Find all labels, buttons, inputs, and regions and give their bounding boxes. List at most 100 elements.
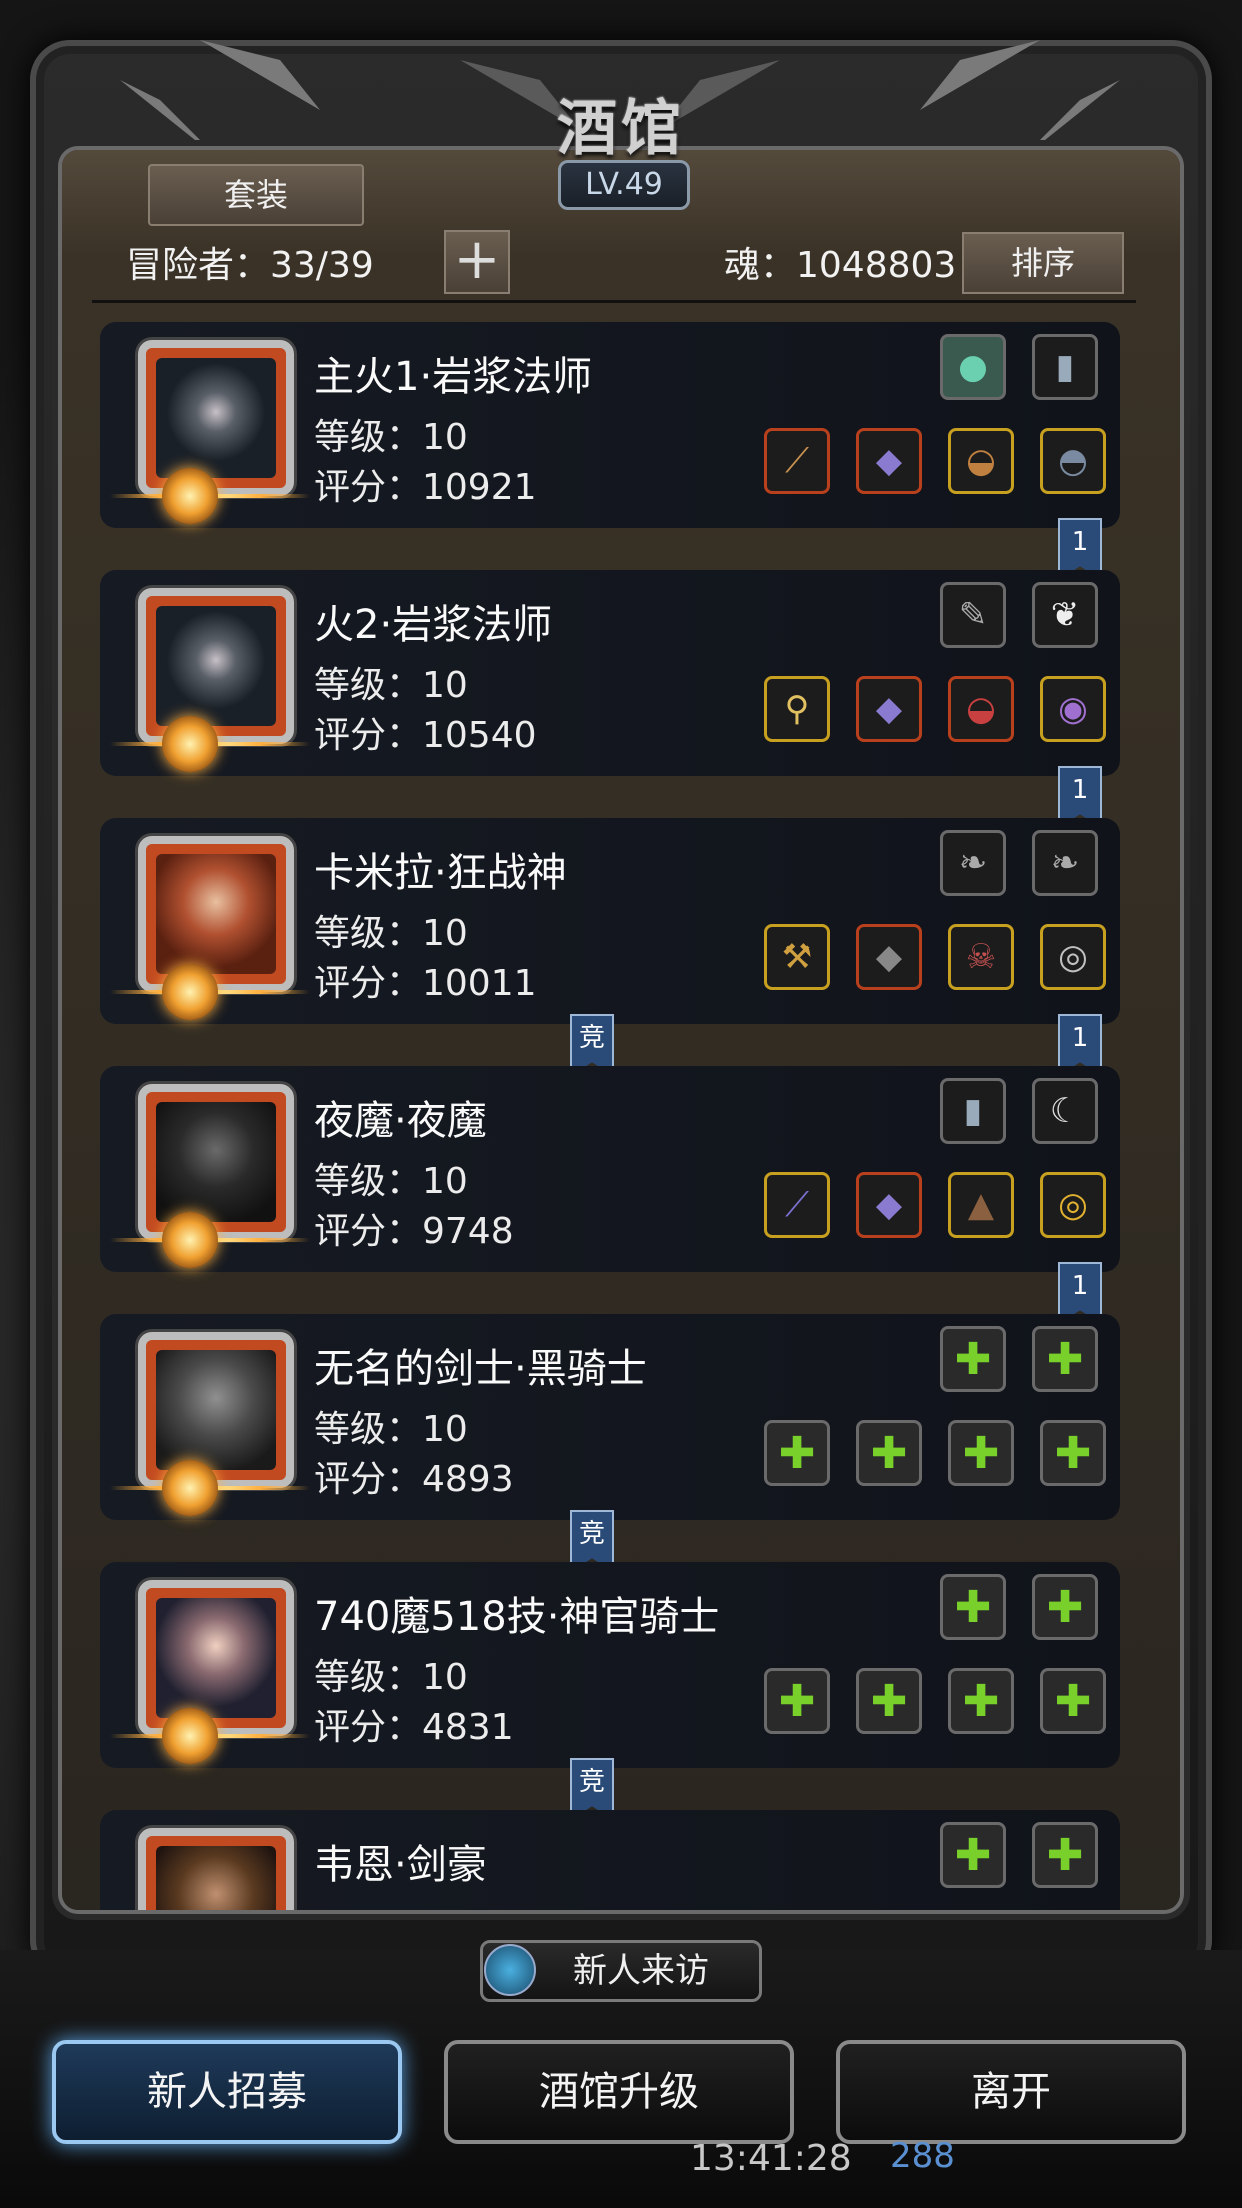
hero-card[interactable]: 无名的剑士·黑骑士 等级：10 评分：4893 ✚ ✚ ✚ ✚ ✚ ✚	[100, 1314, 1120, 1520]
scepter-icon[interactable]: ⚲	[764, 676, 830, 742]
header-divider	[92, 300, 1136, 303]
visit-label: 新人来访	[573, 1951, 709, 1991]
ring-icon[interactable]: ◎	[1040, 924, 1106, 990]
hero-portrait[interactable]	[138, 588, 294, 744]
armor-icon[interactable]: ◆	[856, 428, 922, 494]
mask-icon[interactable]: ◓	[1040, 428, 1106, 494]
clock-text: 13:41:28	[690, 2138, 852, 2179]
feather-icon[interactable]: ❧	[1032, 830, 1098, 896]
hero-name: 主火1·岩浆法师	[314, 354, 593, 400]
helm-icon[interactable]: ◒	[948, 676, 1014, 742]
sun-emblem-icon	[162, 1460, 218, 1516]
skull-icon[interactable]: ☠	[948, 924, 1014, 990]
sun-emblem-icon	[162, 1708, 218, 1764]
portrait-image	[156, 358, 276, 478]
empty-slot-plus-icon[interactable]: ✚	[1040, 1420, 1106, 1486]
book-icon[interactable]: ▮	[940, 1078, 1006, 1144]
hero-name: 夜魔·夜魔	[314, 1098, 487, 1144]
sun-emblem-icon	[162, 964, 218, 1020]
hero-portrait[interactable]	[138, 1084, 294, 1240]
empty-slot-plus-icon[interactable]: ✚	[948, 1668, 1014, 1734]
hero-card[interactable]: 火2·岩浆法师 等级：10 评分：10540 ✎ ❦ ⚲ ◆ ◒ ◉	[100, 570, 1120, 776]
empty-slot-plus-icon[interactable]: ✚	[1032, 1574, 1098, 1640]
hero-score: 评分：4893	[314, 1459, 514, 1500]
hero-card[interactable]: 卡米拉·狂战神 等级：10 评分：10011 ❧ ❧ ⚒ ◆ ☠ ◎	[100, 818, 1120, 1024]
hero-level: 等级：10	[314, 1657, 468, 1698]
stone-icon[interactable]: ●	[940, 334, 1006, 400]
blue-currency: 288	[890, 2136, 955, 2176]
hero-name: 韦恩·剑豪	[314, 1842, 487, 1888]
portrait-image	[156, 1102, 276, 1222]
sort-button[interactable]: 排序	[962, 232, 1124, 294]
hero-name: 卡米拉·狂战神	[314, 850, 567, 896]
empty-slot-plus-icon[interactable]: ✚	[940, 1574, 1006, 1640]
hero-card[interactable]: 夜魔·夜魔 等级：10 评分：9748 ▮ ☾ ⟋ ◆ ▲ ◎	[100, 1066, 1120, 1272]
leave-button[interactable]: 离开	[836, 2040, 1186, 2144]
book-icon[interactable]: ▮	[1032, 334, 1098, 400]
empty-slot-plus-icon[interactable]: ✚	[1040, 1668, 1106, 1734]
empty-slot-plus-icon[interactable]: ✚	[856, 1668, 922, 1734]
portrait-image	[156, 606, 276, 726]
adventurer-count: 冒险者：33/39	[126, 245, 374, 286]
armor-icon[interactable]: ◆	[856, 676, 922, 742]
hero-portrait[interactable]	[138, 1332, 294, 1488]
hero-name: 火2·岩浆法师	[314, 602, 553, 648]
soul-count: 魂：1048803	[724, 245, 957, 286]
hero-score: 评分：10011	[314, 963, 537, 1004]
hero-level: 等级：10	[314, 1161, 468, 1202]
empty-slot-plus-icon[interactable]: ✚	[856, 1420, 922, 1486]
armor-icon[interactable]: ◆	[856, 924, 922, 990]
empty-slot-plus-icon[interactable]: ✚	[940, 1822, 1006, 1888]
empty-slot-plus-icon[interactable]: ✚	[948, 1420, 1014, 1486]
empty-slot-plus-icon[interactable]: ✚	[764, 1668, 830, 1734]
cloak-icon[interactable]: ▲	[948, 1172, 1014, 1238]
portrait-image	[156, 854, 276, 974]
hero-score: 评分：9748	[314, 1211, 514, 1252]
set-button[interactable]: 套装	[148, 164, 364, 226]
hero-list[interactable]: 主火1·岩浆法师 等级：10 评分：10921 ● ▮ ⟋ ◆ ◒ ◓ 1 火2…	[100, 322, 1130, 1910]
compass-icon	[484, 1944, 536, 1996]
page-title: 酒馆	[557, 94, 685, 164]
hero-card[interactable]: 740魔518技·神官骑士 等级：10 评分：4831 ✚ ✚ ✚ ✚ ✚ ✚	[100, 1562, 1120, 1768]
staff-icon[interactable]: ⟋	[764, 428, 830, 494]
helm-icon[interactable]: ◒	[948, 428, 1014, 494]
feather-icon[interactable]: ❦	[1032, 582, 1098, 648]
hero-portrait[interactable]	[138, 1580, 294, 1736]
empty-slot-plus-icon[interactable]: ✚	[764, 1420, 830, 1486]
hero-card[interactable]: 韦恩·剑豪 ✚ ✚	[100, 1810, 1120, 1910]
hero-name: 无名的剑士·黑骑士	[314, 1346, 647, 1392]
axe-icon[interactable]: ⚒	[764, 924, 830, 990]
feather-icon[interactable]: ❧	[940, 830, 1006, 896]
upgrade-tavern-button[interactable]: 酒馆升级	[444, 2040, 794, 2144]
recruit-button[interactable]: 新人招募	[52, 2040, 402, 2144]
hero-level: 等级：10	[314, 417, 468, 458]
sun-emblem-icon	[162, 468, 218, 524]
hero-score: 评分：4831	[314, 1707, 514, 1748]
sun-emblem-icon	[162, 1212, 218, 1268]
hero-level: 等级：10	[314, 913, 468, 954]
sun-emblem-icon	[162, 716, 218, 772]
hero-name: 740魔518技·神官骑士	[314, 1594, 720, 1640]
horn-icon[interactable]: ☾	[1032, 1078, 1098, 1144]
armor-icon[interactable]: ◆	[856, 1172, 922, 1238]
ring-icon[interactable]: ◎	[1040, 1172, 1106, 1238]
empty-slot-plus-icon[interactable]: ✚	[1032, 1822, 1098, 1888]
hero-card[interactable]: 主火1·岩浆法师 等级：10 评分：10921 ● ▮ ⟋ ◆ ◒ ◓	[100, 322, 1120, 528]
hero-portrait[interactable]	[138, 836, 294, 992]
hero-level: 等级：10	[314, 665, 468, 706]
hero-score: 评分：10540	[314, 715, 537, 756]
empty-slot-plus-icon[interactable]: ✚	[1032, 1326, 1098, 1392]
hero-portrait[interactable]	[138, 340, 294, 496]
dagger-icon[interactable]: ✎	[940, 582, 1006, 648]
tavern-level-badge: LV.49	[558, 160, 690, 210]
portrait-image	[156, 1350, 276, 1470]
portrait-image	[156, 1846, 276, 1910]
hero-level: 等级：10	[314, 1409, 468, 1450]
hero-score: 评分：10921	[314, 467, 537, 508]
hero-portrait[interactable]	[138, 1828, 294, 1910]
empty-slot-plus-icon[interactable]: ✚	[940, 1326, 1006, 1392]
sword-icon[interactable]: ⟋	[764, 1172, 830, 1238]
add-slot-button[interactable]: +	[444, 230, 510, 294]
eye-icon[interactable]: ◉	[1040, 676, 1106, 742]
portrait-image	[156, 1598, 276, 1718]
